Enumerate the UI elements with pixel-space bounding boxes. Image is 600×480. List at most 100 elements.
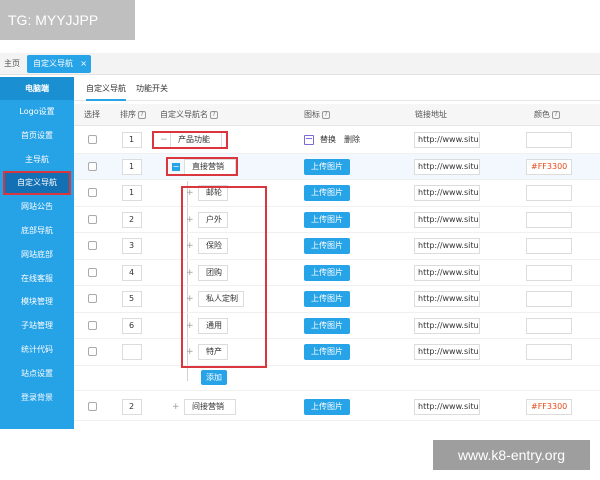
col-name-label: 自定义导航名	[160, 110, 208, 119]
row-checkbox[interactable]	[88, 214, 97, 224]
tree-node-icon: +	[186, 320, 194, 331]
color-input[interactable]	[526, 211, 572, 228]
order-input[interactable]: 6	[122, 317, 142, 334]
url-input[interactable]: http://www.situ	[414, 264, 480, 281]
delete-link[interactable]: 删除	[344, 135, 360, 144]
help-icon[interactable]: ?	[138, 110, 146, 119]
order-input[interactable]: 1	[122, 132, 142, 148]
order-input[interactable]: 1	[122, 185, 142, 201]
nav-name-input[interactable]: 特产	[198, 344, 228, 360]
upload-image-button[interactable]: 上传图片	[304, 291, 350, 307]
upload-image-button[interactable]: 上传图片	[304, 185, 350, 201]
nav-name-input[interactable]: 通用	[198, 317, 228, 334]
nav-name-input[interactable]: 间接营销	[184, 399, 236, 415]
url-input[interactable]: http://www.situ	[414, 399, 480, 415]
sidebar-item-footer[interactable]: 网站底部	[0, 243, 74, 267]
collapse-icon[interactable]: −	[172, 162, 180, 171]
nav-name-input[interactable]: 私人定制	[198, 291, 244, 307]
sidebar-item-main-nav[interactable]: 主导航	[0, 148, 74, 172]
close-icon[interactable]: ×	[80, 55, 87, 73]
sidebar-item-notice[interactable]: 网站公告	[0, 195, 74, 219]
table-row: 2 + 户外 上传图片 http://www.situ	[74, 207, 600, 233]
nav-name-input[interactable]: 户外	[198, 211, 228, 228]
url-input[interactable]: http://www.situ	[414, 132, 480, 148]
row-checkbox[interactable]	[88, 188, 97, 197]
color-input[interactable]	[526, 264, 572, 281]
upload-image-button[interactable]: 上传图片	[304, 158, 350, 175]
tree-node-icon: +	[186, 267, 194, 278]
replace-link[interactable]: 替换	[320, 135, 336, 144]
color-input[interactable]	[526, 291, 572, 307]
row-checkbox[interactable]	[88, 241, 97, 250]
help-icon[interactable]: ?	[322, 110, 330, 119]
row-checkbox[interactable]	[88, 402, 97, 411]
sidebar-item-bottom-nav[interactable]: 底部导航	[0, 219, 74, 243]
color-input[interactable]: #FF3300	[526, 158, 572, 175]
row-checkbox[interactable]	[88, 267, 97, 277]
color-input[interactable]	[526, 344, 572, 360]
url-input[interactable]: http://www.situ	[414, 238, 480, 254]
upload-image-button[interactable]: 上传图片	[304, 317, 350, 334]
sidebar-item-login-bg[interactable]: 登录背景	[0, 386, 74, 410]
url-input[interactable]: http://www.situ	[414, 158, 480, 175]
nav-name-input[interactable]: 直接营销	[184, 158, 236, 175]
color-input[interactable]	[526, 317, 572, 334]
upload-image-button[interactable]: 上传图片	[304, 238, 350, 254]
sidebar-item-modules[interactable]: 模块管理	[0, 290, 74, 314]
order-input[interactable]: 5	[122, 291, 142, 307]
url-input[interactable]: http://www.situ	[414, 291, 480, 307]
order-input[interactable]: 2	[122, 211, 142, 228]
nav-name-input[interactable]: 团购	[198, 264, 228, 281]
col-name: 自定义导航名?	[160, 104, 218, 126]
subtab-feature-switch[interactable]: 功能开关	[136, 77, 168, 101]
url-input[interactable]: http://www.situ	[414, 211, 480, 228]
help-icon[interactable]: ?	[552, 110, 560, 119]
row-checkbox[interactable]	[88, 347, 97, 356]
watermark-bottom: www.k8-entry.org	[433, 440, 590, 470]
url-input[interactable]: http://www.situ	[414, 185, 480, 201]
table-row: 5 + 私人定制 上传图片 http://www.situ	[74, 286, 600, 313]
row-checkbox[interactable]	[88, 294, 97, 303]
tab-custom-nav[interactable]: 自定义导航 ×	[27, 55, 91, 73]
color-input[interactable]	[526, 132, 572, 148]
nav-name-input[interactable]: 保险	[198, 238, 228, 254]
nav-name-input[interactable]: 产品功能	[170, 132, 222, 148]
order-input[interactable]	[122, 344, 142, 360]
upload-image-button[interactable]: 上传图片	[304, 344, 350, 360]
order-input[interactable]: 2	[122, 399, 142, 415]
color-input[interactable]	[526, 238, 572, 254]
col-color-label: 颜色	[534, 110, 550, 119]
upload-image-button[interactable]: 上传图片	[304, 264, 350, 281]
sidebar-item-home[interactable]: 首页设置	[0, 124, 74, 148]
sidebar-item-substations[interactable]: 子站管理	[0, 314, 74, 338]
col-order: 排序?	[120, 104, 146, 126]
tab-home[interactable]: 主页	[0, 55, 24, 73]
url-input[interactable]: http://www.situ	[414, 344, 480, 360]
upload-image-button[interactable]: 上传图片	[304, 211, 350, 228]
tree-node-icon: +	[186, 241, 194, 251]
order-input[interactable]: 3	[122, 238, 142, 254]
color-input[interactable]: #FF3300	[526, 399, 572, 415]
sidebar-item-online-service[interactable]: 在线客服	[0, 267, 74, 291]
upload-image-button[interactable]: 上传图片	[304, 399, 350, 415]
tree-node-icon: +	[172, 402, 180, 412]
nav-name-input[interactable]: 邮轮	[198, 185, 228, 201]
row-checkbox[interactable]	[88, 135, 97, 144]
url-input[interactable]: http://www.situ	[414, 317, 480, 334]
collapse-icon[interactable]: −	[160, 136, 168, 145]
row-checkbox[interactable]	[88, 320, 97, 330]
sidebar-item-logo[interactable]: Logo设置	[0, 100, 74, 124]
help-icon[interactable]: ?	[210, 110, 218, 119]
table-header: 选择 排序? 自定义导航名? 图标? 链接地址 颜色?	[74, 104, 600, 126]
sidebar-item-site-settings[interactable]: 站点设置	[0, 362, 74, 386]
color-input[interactable]	[526, 185, 572, 201]
sidebar-item-custom-nav[interactable]: 自定义导航	[3, 171, 71, 196]
table-row: 6 + 通用 上传图片 http://www.situ	[74, 313, 600, 339]
subtab-custom-nav[interactable]: 自定义导航	[86, 77, 126, 101]
order-input[interactable]: 1	[122, 158, 142, 175]
col-icon: 图标?	[304, 104, 330, 126]
sidebar-item-stats-code[interactable]: 统计代码	[0, 338, 74, 362]
order-input[interactable]: 4	[122, 264, 142, 281]
add-button[interactable]: 添加	[201, 369, 227, 385]
row-checkbox[interactable]	[88, 161, 97, 171]
